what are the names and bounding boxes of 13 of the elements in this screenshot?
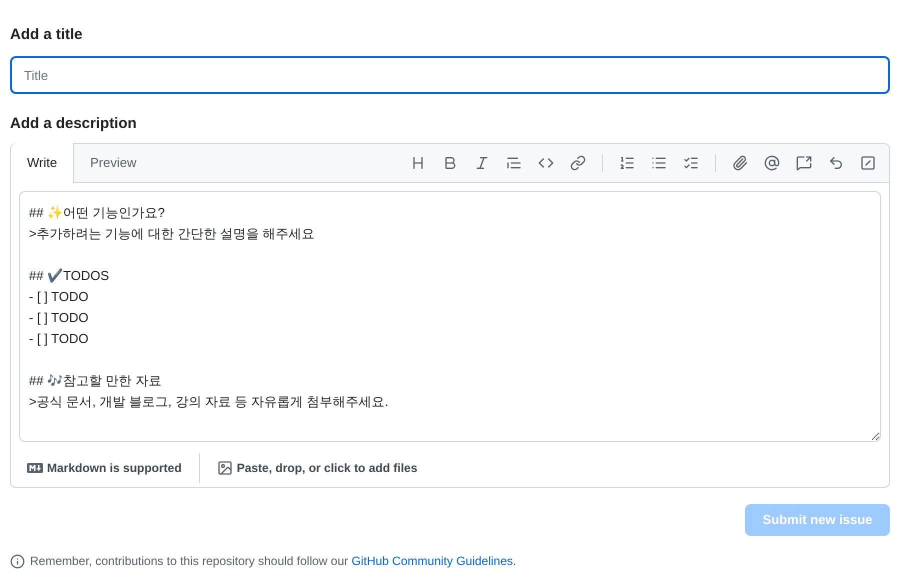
attach-files-link[interactable]: Paste, drop, or click to add files	[236, 459, 418, 477]
title-field[interactable]: Title	[10, 56, 890, 94]
description-field[interactable]: ## ✨어떤 기능인가요? >추가하려는 기능에 대한 간단한 설명을 해주세요 ## ✔TODOS - [ ] TODO - [ ] TODO - [ ] TODO ## 🎶참고할 만한 자료 >공식 문서, 개발 블로그, 강의 자료 등 자유롭게 첨부해주세요.	[19, 191, 881, 442]
contribution-note: Remember, contributions to this repository should follow our GitHub Community Guidelines.	[30, 553, 516, 569]
editor-tab[interactable]: Write	[11, 143, 74, 183]
title-heading: Add a title	[10, 26, 83, 44]
info-icon	[10, 554, 25, 568]
editor-tab[interactable]: Preview	[74, 143, 152, 182]
image-icon	[216, 460, 233, 476]
guidelines-link[interactable]: GitHub Community Guidelines	[352, 554, 513, 568]
markdown-note: Markdown is supported	[47, 460, 182, 477]
description-heading: Add a description	[10, 115, 137, 133]
markdown-icon	[27, 463, 43, 473]
